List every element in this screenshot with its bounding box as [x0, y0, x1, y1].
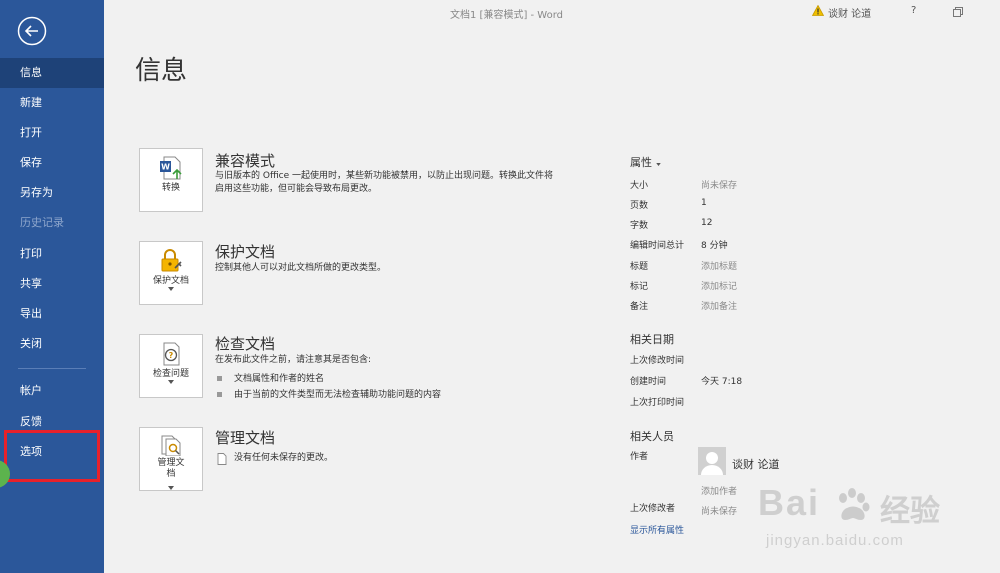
- document-icon: [217, 453, 227, 465]
- back-arrow-icon: [17, 16, 47, 46]
- convert-button[interactable]: W 转换: [139, 148, 203, 212]
- manage-document-icon: [161, 435, 181, 456]
- check-issues-label: 检查问题: [152, 369, 189, 379]
- user-account[interactable]: 谈财 论道: [828, 5, 871, 20]
- avatar: [698, 447, 726, 475]
- watermark-brand: Bai: [758, 482, 821, 523]
- prop-label: 备注: [630, 302, 649, 312]
- add-title-field[interactable]: 添加标题: [701, 259, 737, 272]
- restore-icon[interactable]: [953, 7, 963, 17]
- add-tags-field[interactable]: 添加标记: [701, 279, 737, 292]
- manage-doc-label-1: 管理文: [157, 458, 185, 468]
- prop-value: 12: [701, 218, 713, 228]
- add-author-field[interactable]: 添加作者: [701, 484, 737, 497]
- nav-close[interactable]: 关闭: [0, 329, 104, 359]
- date-label: 上次修改时间: [630, 356, 685, 366]
- watermark-url: jingyan.baidu.com: [766, 532, 904, 549]
- date-value: 今天 7:18: [701, 377, 743, 387]
- title-bar: 文档1 [兼容模式] - Word 谈财 论道 ?: [104, 0, 1000, 24]
- manage-doc-label-2: 档: [140, 469, 202, 490]
- protect-document-button[interactable]: 保护文档: [139, 241, 203, 305]
- nav-save[interactable]: 保存: [0, 148, 104, 178]
- baidu-jingyan-watermark: Bai 经验 jingyan.baidu.com: [758, 476, 998, 571]
- show-all-properties-link[interactable]: 显示所有属性: [630, 523, 684, 536]
- prop-label: 大小: [630, 181, 649, 191]
- prop-label: 标记: [630, 282, 649, 292]
- watermark-brand-cn: 经验: [880, 494, 940, 529]
- inspect-doc-desc: 在发布此文件之前，请注意其是否包含:: [215, 355, 372, 365]
- prop-label: 页数: [630, 201, 649, 211]
- chevron-down-icon: [168, 380, 174, 384]
- nav-print[interactable]: 打印: [0, 239, 104, 269]
- nav-export[interactable]: 导出: [0, 299, 104, 329]
- manage-document-button[interactable]: 管理文 档: [139, 427, 203, 491]
- related-dates-heading: 相关日期: [630, 333, 674, 346]
- nav-divider: [18, 368, 86, 369]
- manage-doc-desc: 没有任何未保存的更改。: [234, 453, 334, 463]
- compat-mode-desc-2: 启用这些功能，但可能会导致布局更改。: [215, 184, 378, 194]
- chevron-down-icon: [655, 163, 661, 166]
- author-name[interactable]: 谈财 论道: [732, 456, 780, 472]
- protect-doc-title: 保护文档: [215, 243, 276, 261]
- protect-button-label: 保护文档: [152, 276, 189, 286]
- check-issues-button[interactable]: ? 检查问题: [139, 334, 203, 398]
- back-button[interactable]: [17, 16, 47, 46]
- convert-button-label: 转换: [161, 183, 180, 193]
- related-people-heading: 相关人员: [630, 430, 674, 443]
- backstage-sidebar: 信息 新建 打开 保存 另存为 历史记录 打印 共享 导出 关闭 帐户 反馈 选…: [0, 0, 104, 573]
- options-highlight-box: [4, 430, 100, 482]
- chevron-down-icon: [168, 287, 174, 291]
- prop-value: 1: [701, 198, 707, 208]
- nav-save-as[interactable]: 另存为: [0, 178, 104, 208]
- inspect-bullet: 文档属性和作者的姓名: [217, 371, 324, 384]
- protect-doc-desc: 控制其他人可以对此文档所做的更改类型。: [215, 263, 387, 273]
- nav-account[interactable]: 帐户: [0, 376, 104, 406]
- prop-label: 字数: [630, 221, 649, 231]
- prop-label: 标题: [630, 262, 649, 272]
- inspect-document-icon: ?: [163, 342, 180, 366]
- add-comments-field[interactable]: 添加备注: [701, 299, 737, 312]
- nav-new[interactable]: 新建: [0, 88, 104, 118]
- lock-key-icon: [161, 249, 182, 272]
- prop-value: 8 分钟: [701, 241, 728, 251]
- compat-mode-title: 兼容模式: [215, 152, 276, 170]
- nav-history: 历史记录: [20, 216, 64, 229]
- word-convert-icon: W: [160, 156, 182, 180]
- compat-mode-desc-1: 与旧版本的 Office 一起使用时，某些新功能被禁用，以防止出现问题。转换此文…: [215, 171, 553, 181]
- last-modified-by-value: 尚未保存: [701, 507, 738, 517]
- inspect-doc-title: 检查文档: [215, 335, 276, 353]
- svg-text:?: ?: [169, 351, 174, 360]
- nav-share[interactable]: 共享: [0, 269, 104, 299]
- chevron-down-icon: [168, 486, 174, 490]
- prop-label: 编辑时间总计: [630, 241, 685, 251]
- properties-heading[interactable]: 属性: [630, 154, 661, 170]
- inspect-bullet: 由于当前的文件类型而无法检查辅助功能问题的内容: [217, 387, 441, 400]
- prop-value: 尚未保存: [701, 181, 738, 191]
- author-label: 作者: [630, 452, 649, 462]
- date-label: 创建时间: [630, 377, 667, 387]
- page-title: 信息: [135, 56, 188, 86]
- nav-info[interactable]: 信息: [0, 58, 104, 88]
- warning-icon[interactable]: [812, 5, 824, 16]
- last-modified-by-label: 上次修改者: [630, 504, 676, 514]
- nav-open[interactable]: 打开: [0, 118, 104, 148]
- baidu-paw-icon: [839, 488, 870, 520]
- help-button[interactable]: ?: [911, 5, 916, 16]
- date-label: 上次打印时间: [630, 398, 685, 408]
- manage-doc-title: 管理文档: [215, 429, 276, 447]
- svg-text:W: W: [161, 163, 170, 172]
- user-avatar-icon: [701, 452, 723, 475]
- window-title: 文档1 [兼容模式] - Word: [450, 10, 564, 21]
